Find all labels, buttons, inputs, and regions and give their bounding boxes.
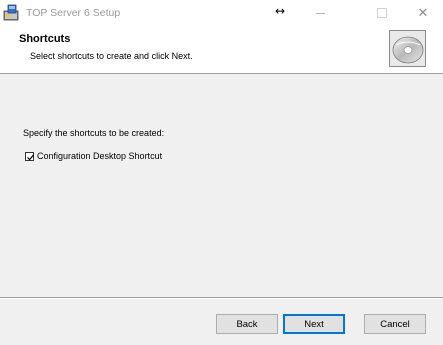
minimize-button[interactable]	[300, 0, 340, 26]
maximize-icon	[377, 8, 387, 18]
header-banner: Shortcuts Select shortcuts to create and…	[0, 26, 443, 74]
close-button[interactable]: ✕	[403, 0, 443, 26]
content-area: Specify the shortcuts to be created: Con…	[0, 74, 443, 297]
shortcut-label[interactable]: Configuration Desktop Shortcut	[37, 151, 162, 161]
page-subtitle: Select shortcuts to create and click Nex…	[30, 51, 193, 61]
maximize-button[interactable]	[362, 0, 402, 26]
next-button[interactable]: Next	[283, 314, 345, 334]
installer-icon	[3, 4, 20, 21]
configuration-desktop-shortcut-checkbox[interactable]	[25, 151, 35, 161]
setup-window: TOP Server 6 Setup ↔ ✕ Shortcuts Select …	[0, 0, 443, 345]
page-title: Shortcuts	[19, 33, 71, 45]
window-title: TOP Server 6 Setup	[26, 7, 121, 19]
checkmark-icon	[27, 153, 35, 160]
title-bar[interactable]: TOP Server 6 Setup ↔ ✕	[0, 0, 443, 26]
resize-horizontal-icon: ↔	[275, 4, 286, 18]
shortcut-option[interactable]: Configuration Desktop Shortcut	[25, 149, 162, 163]
cancel-button[interactable]: Cancel	[364, 314, 426, 334]
minimize-icon	[315, 12, 325, 14]
shortcuts-prompt: Specify the shortcuts to be created:	[23, 128, 165, 138]
close-icon: ✕	[417, 5, 429, 21]
cd-disc-icon	[389, 30, 426, 67]
back-button[interactable]: Back	[216, 314, 278, 334]
footer-divider	[0, 297, 443, 299]
